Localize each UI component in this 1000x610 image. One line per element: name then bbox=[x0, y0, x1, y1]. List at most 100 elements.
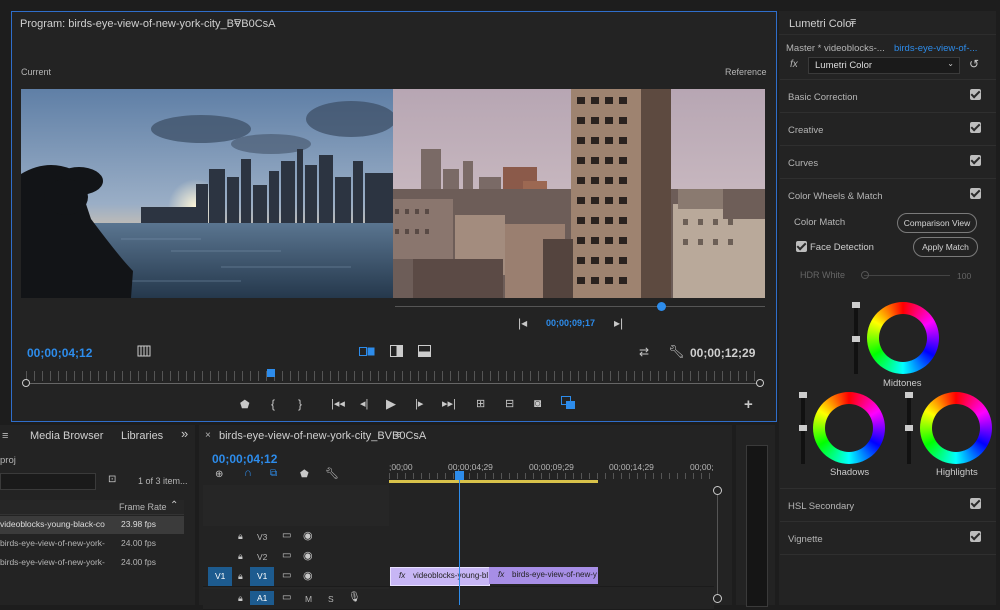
step-back-icon[interactable]: ◂| bbox=[360, 397, 368, 410]
lock-icon[interactable]: 🔒︎ bbox=[238, 551, 243, 562]
timeline-clip[interactable]: fx videoblocks-young-bl bbox=[390, 567, 490, 586]
program-time-ruler[interactable] bbox=[26, 371, 760, 381]
mark-out-icon[interactable]: } bbox=[298, 397, 302, 411]
close-tab-icon[interactable]: × bbox=[205, 430, 211, 441]
apply-match-button[interactable]: Apply Match bbox=[913, 237, 978, 257]
project-search-input[interactable] bbox=[0, 473, 96, 490]
export-frame-icon[interactable]: ◙ bbox=[534, 396, 541, 410]
add-button-icon[interactable]: + bbox=[744, 396, 753, 413]
eye-icon[interactable]: ◉ bbox=[303, 569, 313, 582]
section-basic-correction[interactable]: Basic Correction bbox=[788, 92, 858, 103]
tab-media-browser[interactable]: Media Browser bbox=[30, 430, 103, 442]
insert-icon[interactable]: ⊞ bbox=[476, 397, 485, 410]
horizontal-split-view-icon[interactable] bbox=[418, 345, 431, 360]
table-row[interactable]: birds-eye-view-of-new-york- 24.00 fps bbox=[0, 554, 184, 572]
face-detection-checkbox[interactable] bbox=[796, 241, 807, 252]
lumetri-menu-icon[interactable]: ≡ bbox=[850, 16, 856, 28]
wrench-settings-icon[interactable]: 🔧︎ bbox=[668, 344, 685, 360]
track-label-v2[interactable]: V2 bbox=[257, 552, 267, 562]
sync-lock-icon[interactable]: ▭ bbox=[282, 592, 291, 603]
go-to-out-icon[interactable]: ▸▸| bbox=[442, 397, 456, 410]
program-out-handle[interactable] bbox=[756, 379, 764, 387]
color-wheels-checkbox[interactable] bbox=[970, 188, 981, 199]
vignette-checkbox[interactable] bbox=[970, 531, 981, 542]
section-creative[interactable]: Creative bbox=[788, 125, 823, 136]
project-menu-icon[interactable]: ≡ bbox=[2, 430, 8, 442]
work-area-bar[interactable] bbox=[389, 480, 598, 483]
go-to-in-icon[interactable]: |◂◂ bbox=[331, 397, 345, 410]
reference-scrub-track[interactable] bbox=[395, 306, 765, 307]
midtones-color-wheel[interactable] bbox=[867, 302, 939, 374]
section-color-wheels[interactable]: Color Wheels & Match bbox=[788, 191, 883, 202]
step-back-edit-icon[interactable]: |◂ bbox=[518, 316, 527, 330]
panel-menu-icon[interactable]: ≡ bbox=[234, 16, 240, 28]
table-row[interactable]: birds-eye-view-of-new-york- 24.00 fps bbox=[0, 535, 184, 553]
vertical-split-view-icon[interactable] bbox=[390, 345, 403, 360]
comparison-view-toggle-icon[interactable] bbox=[561, 396, 576, 413]
overwrite-icon[interactable]: ⊟ bbox=[505, 397, 514, 410]
lumetri-panel-title[interactable]: Lumetri Color bbox=[789, 18, 855, 30]
creative-checkbox[interactable] bbox=[970, 122, 981, 133]
microphone-icon[interactable]: 🎙︎ bbox=[348, 592, 361, 603]
timeline-menu-icon[interactable]: ≡ bbox=[395, 429, 401, 441]
highlights-luma-handle[interactable] bbox=[905, 425, 913, 431]
sort-ascending-icon[interactable]: ⌃ bbox=[170, 500, 178, 511]
section-curves[interactable]: Curves bbox=[788, 158, 818, 169]
timeline-clip[interactable]: fx birds-eye-view-of-new-y bbox=[489, 567, 598, 584]
master-clip-label[interactable]: Master * videoblocks-... bbox=[786, 43, 885, 54]
track-target-a1[interactable]: A1 bbox=[250, 591, 274, 605]
play-icon[interactable]: ▶ bbox=[386, 396, 396, 412]
section-vignette[interactable]: Vignette bbox=[788, 534, 823, 545]
program-scrub-track[interactable] bbox=[26, 383, 760, 384]
linked-selection-icon[interactable]: ⧉ bbox=[270, 468, 277, 479]
add-marker-icon[interactable]: ⬟ bbox=[240, 398, 250, 411]
mute-track-button[interactable]: M bbox=[305, 594, 312, 604]
step-forward-icon[interactable]: |▸ bbox=[415, 397, 423, 410]
insert-sequence-nest-icon[interactable]: ⊕ bbox=[215, 469, 223, 480]
timeline-ruler-ticks[interactable] bbox=[389, 473, 714, 479]
highlights-color-wheel[interactable] bbox=[920, 392, 992, 464]
active-clip-label[interactable]: birds-eye-view-of-... bbox=[894, 43, 977, 54]
compare-side-icon[interactable] bbox=[137, 345, 151, 360]
track-label-v3[interactable]: V3 bbox=[257, 532, 267, 542]
section-hsl-secondary[interactable]: HSL Secondary bbox=[788, 501, 854, 512]
scroll-handle-top[interactable] bbox=[713, 486, 722, 495]
eye-icon[interactable]: ◉ bbox=[303, 549, 313, 562]
tab-libraries[interactable]: Libraries bbox=[121, 430, 163, 442]
frame-rate-column-header[interactable]: Frame Rate bbox=[119, 502, 167, 512]
sync-lock-icon[interactable]: ▭ bbox=[282, 530, 291, 541]
curves-checkbox[interactable] bbox=[970, 155, 981, 166]
sync-lock-icon[interactable]: ▭ bbox=[282, 550, 291, 561]
mark-in-icon[interactable]: { bbox=[271, 397, 275, 411]
new-bin-icon[interactable]: ⊡ bbox=[108, 474, 116, 485]
program-in-handle[interactable] bbox=[22, 379, 30, 387]
lock-icon[interactable]: 🔒︎ bbox=[238, 531, 243, 542]
timeline-timecode[interactable]: 00;00;04;12 bbox=[212, 452, 277, 466]
reset-effect-icon[interactable]: ↺ bbox=[969, 57, 979, 71]
shadows-color-wheel[interactable] bbox=[813, 392, 885, 464]
scroll-handle-bottom[interactable] bbox=[713, 594, 722, 603]
swap-sides-icon[interactable]: ⇄ bbox=[639, 345, 649, 359]
basic-correction-checkbox[interactable] bbox=[970, 89, 981, 100]
solo-track-button[interactable]: S bbox=[328, 594, 334, 604]
side-by-side-view-icon[interactable] bbox=[359, 347, 375, 360]
timeline-playhead-line[interactable] bbox=[459, 480, 460, 605]
step-forward-edit-icon[interactable]: ▸| bbox=[614, 316, 623, 330]
timeline-settings-icon[interactable]: 🔧︎ bbox=[325, 467, 339, 480]
timeline-playhead-head[interactable] bbox=[455, 471, 464, 480]
eye-icon[interactable]: ◉ bbox=[303, 529, 313, 542]
reference-timecode[interactable]: 00;00;09;17 bbox=[546, 318, 595, 328]
midtones-luma-handle[interactable] bbox=[852, 336, 860, 342]
shadows-luma-handle[interactable] bbox=[799, 425, 807, 431]
sync-lock-icon[interactable]: ▭ bbox=[282, 570, 291, 581]
source-patch-v1[interactable]: V1 bbox=[208, 567, 232, 586]
track-target-v1[interactable]: V1 bbox=[250, 567, 274, 586]
hsl-secondary-checkbox[interactable] bbox=[970, 498, 981, 509]
reference-scrub-handle[interactable] bbox=[656, 302, 666, 311]
comparison-view-button[interactable]: Comparison View bbox=[897, 213, 977, 233]
playhead-timecode[interactable]: 00;00;04;12 bbox=[27, 346, 92, 360]
table-row[interactable]: videoblocks-young-black-co 23.98 fps bbox=[0, 516, 184, 534]
snap-magnet-icon[interactable]: ∩ bbox=[244, 467, 252, 479]
effect-select[interactable]: Lumetri Color ⌄ bbox=[808, 57, 960, 74]
lock-icon[interactable]: 🔒︎ bbox=[238, 593, 243, 604]
